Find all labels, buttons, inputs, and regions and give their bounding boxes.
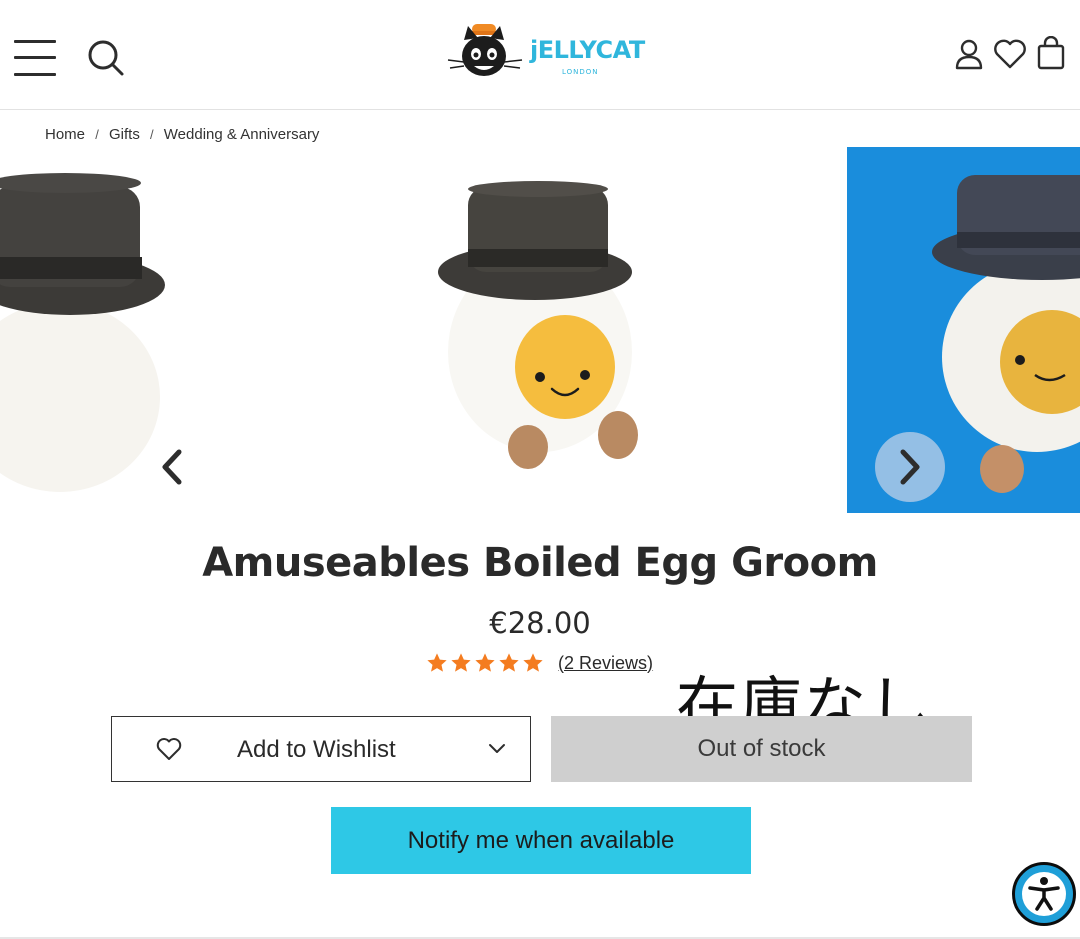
product-price: €28.00 (489, 606, 591, 640)
notify-me-button[interactable]: Notify me when available (331, 807, 751, 874)
heart-icon[interactable] (993, 38, 1027, 70)
breadcrumb-separator: / (150, 127, 154, 142)
breadcrumb-home[interactable]: Home (45, 126, 85, 143)
accessibility-icon (1022, 872, 1066, 916)
account-icon[interactable] (954, 38, 984, 70)
breadcrumb-gifts[interactable]: Gifts (109, 126, 140, 143)
product-image-main[interactable] (380, 147, 740, 513)
breadcrumb-separator: / (95, 127, 99, 142)
site-header: jELLYCAT LONDON (0, 0, 1080, 110)
rating-stars (426, 652, 544, 674)
product-title: Amuseables Boiled Egg Groom (202, 540, 878, 586)
star-icon (523, 653, 543, 672)
star-icon (475, 653, 495, 672)
logo-subtitle: LONDON (562, 68, 599, 76)
bag-icon[interactable] (1036, 35, 1066, 70)
breadcrumb: Home / Gifts / Wedding & Anniversary (45, 126, 319, 143)
search-icon[interactable] (86, 38, 126, 78)
product-image-carousel[interactable] (0, 147, 1080, 513)
star-icon (427, 653, 447, 672)
egg-groom-plush-image (438, 181, 638, 469)
chevron-down-icon[interactable] (488, 743, 506, 755)
out-of-stock-button[interactable]: Out of stock (551, 716, 972, 782)
chevron-left-icon (162, 449, 182, 485)
carousel-next-button[interactable] (875, 432, 945, 502)
cat-logo-icon (447, 24, 523, 76)
accessibility-button[interactable] (1012, 862, 1076, 926)
carousel-prev-button[interactable] (150, 445, 194, 489)
breadcrumb-wedding-anniversary[interactable]: Wedding & Anniversary (164, 126, 320, 143)
product-rating: (2 Reviews) (426, 650, 653, 676)
reviews-link[interactable]: (2 Reviews) (558, 653, 653, 674)
wishlist-button-label: Add to Wishlist (237, 736, 396, 763)
add-to-wishlist-button[interactable]: Add to Wishlist (111, 716, 531, 782)
star-icon (451, 653, 471, 672)
chevron-right-icon (900, 449, 920, 485)
star-icon (499, 653, 519, 672)
heart-icon (156, 738, 182, 760)
menu-icon[interactable] (14, 38, 56, 78)
logo-wordmark: jELLYCAT (530, 36, 645, 64)
jellycat-logo[interactable]: jELLYCAT LONDON (446, 18, 645, 82)
